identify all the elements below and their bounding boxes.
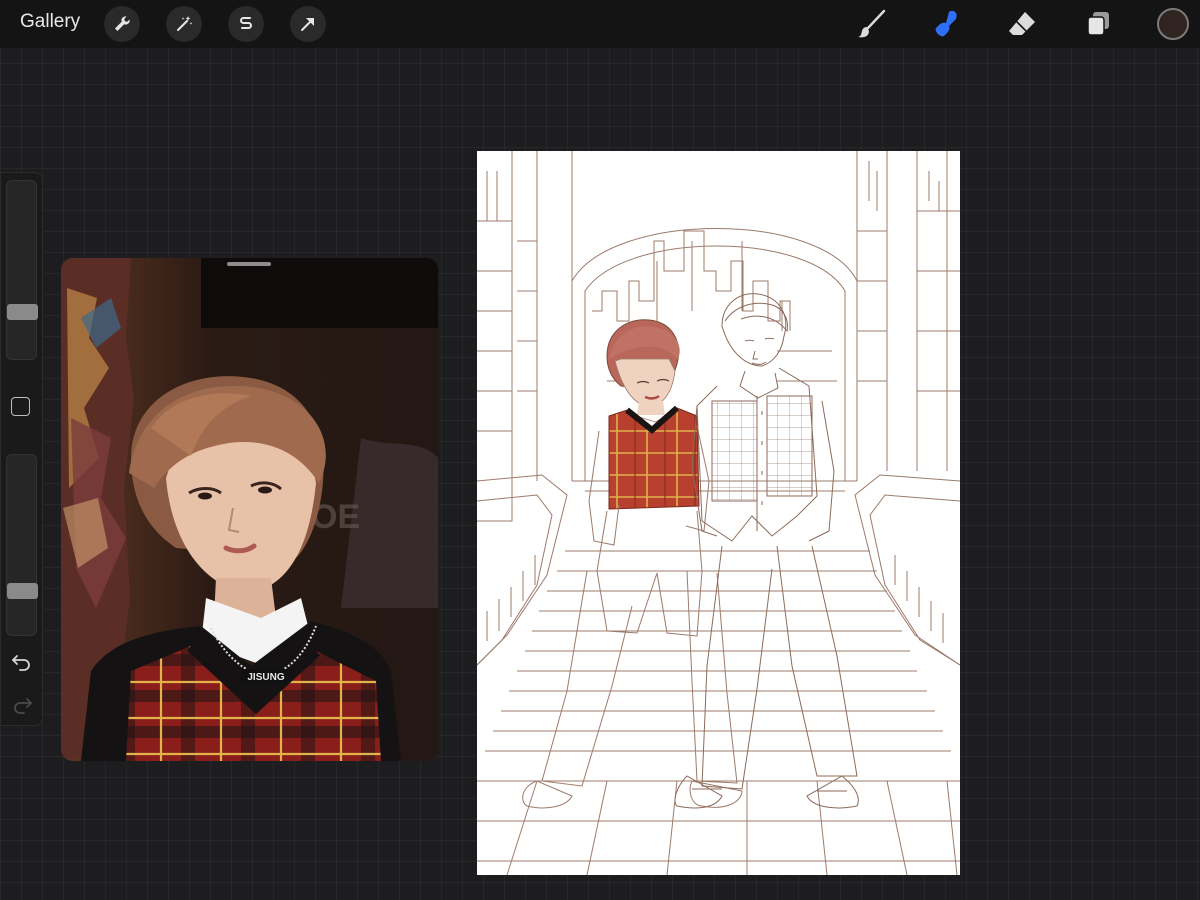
eraser-tool-button[interactable]	[1002, 4, 1042, 44]
brush-tool-button[interactable]	[852, 4, 892, 44]
smudge-tool-button[interactable]	[926, 4, 966, 44]
selection-icon	[240, 17, 252, 29]
undo-button[interactable]	[8, 650, 36, 674]
figure-left	[522, 319, 743, 809]
brush-icon	[858, 9, 886, 38]
necklace-text: JISUNG	[247, 672, 284, 683]
adjustments-button[interactable]	[166, 6, 202, 42]
eraser-icon	[1009, 12, 1035, 35]
reference-photo: OE JISUNG	[61, 258, 438, 761]
reference-drag-handle[interactable]	[227, 262, 271, 266]
brush-size-slider[interactable]	[6, 180, 38, 360]
opacity-thumb[interactable]	[7, 583, 38, 599]
brush-size-thumb[interactable]	[7, 304, 38, 320]
actions-button[interactable]	[104, 6, 140, 42]
color-picker-button[interactable]	[1157, 8, 1189, 40]
gallery-button[interactable]: Gallery	[20, 11, 80, 33]
modifier-square-icon[interactable]	[11, 397, 30, 416]
undo-icon	[12, 655, 30, 671]
selection-button[interactable]	[228, 6, 264, 42]
line-art-drawing	[477, 151, 960, 875]
transform-button[interactable]	[290, 6, 326, 42]
top-toolbar: Gallery	[0, 0, 1200, 48]
magic-wand-icon	[177, 16, 193, 31]
redo-button[interactable]	[8, 693, 36, 717]
redo-icon	[14, 698, 32, 714]
drawing-canvas[interactable]	[477, 151, 960, 875]
opacity-slider[interactable]	[6, 454, 38, 636]
left-sidebar	[0, 172, 43, 726]
reference-window[interactable]: OE JISUNG	[61, 258, 438, 761]
layers-icon	[1087, 12, 1109, 36]
transform-arrow-icon	[301, 18, 314, 31]
layers-button[interactable]	[1078, 4, 1118, 44]
wrench-icon	[115, 16, 130, 31]
smudge-icon	[935, 10, 957, 37]
